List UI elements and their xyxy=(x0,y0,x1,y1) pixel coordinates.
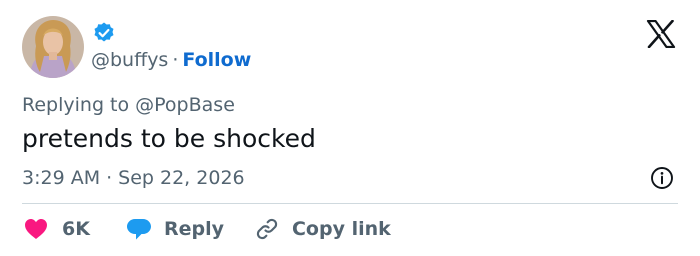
like-count: 6K xyxy=(62,218,90,240)
tweet-actions: 6K Reply Copy link xyxy=(24,215,391,243)
link-icon xyxy=(256,218,278,240)
chat-bubble-icon xyxy=(126,219,151,240)
time-separator: · xyxy=(106,167,113,189)
author-handle[interactable]: @buffys xyxy=(91,49,168,71)
author-line: @buffys · Follow xyxy=(91,47,251,73)
reply-context: Replying to @PopBase xyxy=(22,94,235,116)
tweet-date: Sep 22, 2026 xyxy=(118,167,245,189)
heart-icon xyxy=(25,219,47,239)
avatar-image xyxy=(22,16,84,78)
x-logo-icon[interactable] xyxy=(646,20,676,48)
avatar[interactable] xyxy=(22,16,84,78)
handle-separator: · xyxy=(172,49,179,71)
tweet-text: pretends to be shocked xyxy=(22,124,316,153)
like-button[interactable]: 6K xyxy=(24,218,90,240)
copy-link-label: Copy link xyxy=(291,218,391,240)
reply-button[interactable]: Reply xyxy=(126,217,224,241)
tweet-card: @buffys · Follow Replying to @PopBase pret… xyxy=(0,0,700,256)
info-icon[interactable] xyxy=(650,166,674,190)
tweet-time: 3:29 AM xyxy=(22,167,101,189)
tweet-timestamp[interactable]: 3:29 AM · Sep 22, 2026 xyxy=(22,165,245,191)
copy-link-button[interactable]: Copy link xyxy=(254,216,391,242)
follow-button[interactable]: Follow xyxy=(182,49,251,71)
reply-label: Reply xyxy=(163,218,224,240)
verified-badge-icon xyxy=(94,22,114,42)
divider xyxy=(22,203,678,204)
